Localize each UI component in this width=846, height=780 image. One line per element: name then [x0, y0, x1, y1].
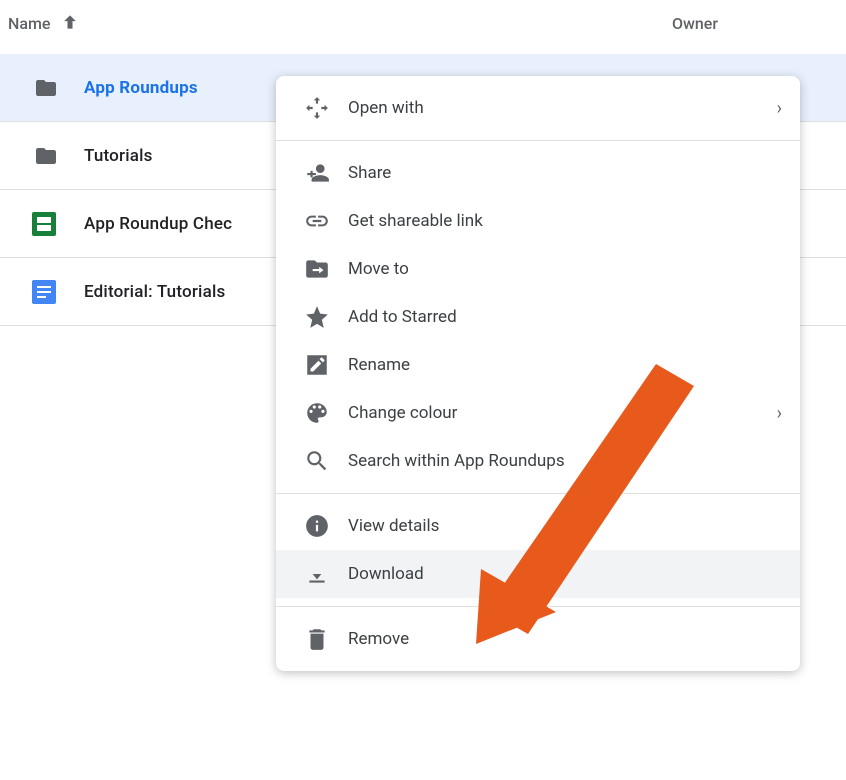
- menu-search-within[interactable]: Search within App Roundups: [276, 437, 800, 485]
- sheets-icon: [32, 212, 56, 236]
- menu-change-colour[interactable]: Change colour ›: [276, 389, 800, 437]
- menu-label: Download: [348, 564, 424, 584]
- file-label: App Roundups: [56, 78, 198, 98]
- name-column-header[interactable]: Name: [8, 12, 80, 36]
- file-label: Tutorials: [56, 146, 153, 166]
- info-icon: [304, 513, 348, 539]
- chevron-right-icon: ›: [777, 403, 782, 424]
- star-icon: [304, 304, 348, 330]
- trash-icon: [304, 626, 348, 652]
- sort-ascending-icon: [60, 12, 80, 36]
- file-label: App Roundup Chec: [56, 214, 232, 234]
- menu-view-details[interactable]: View details: [276, 502, 800, 550]
- palette-icon: [304, 400, 348, 426]
- menu-label: View details: [348, 516, 439, 536]
- rename-icon: [304, 352, 348, 378]
- menu-move-to[interactable]: Move to: [276, 245, 800, 293]
- menu-get-link[interactable]: Get shareable link: [276, 197, 800, 245]
- owner-column-label: Owner: [672, 14, 718, 33]
- menu-rename[interactable]: Rename: [276, 341, 800, 389]
- menu-label: Move to: [348, 259, 409, 279]
- menu-label: Change colour: [348, 403, 457, 423]
- move-to-icon: [304, 256, 348, 282]
- share-icon: [304, 160, 348, 186]
- menu-open-with[interactable]: Open with ›: [276, 84, 800, 132]
- open-with-icon: [304, 95, 348, 121]
- menu-label: Open with: [348, 98, 424, 118]
- chevron-right-icon: ›: [777, 98, 782, 119]
- menu-label: Search within App Roundups: [348, 451, 565, 471]
- menu-remove[interactable]: Remove: [276, 615, 800, 663]
- menu-share[interactable]: Share: [276, 149, 800, 197]
- docs-icon: [32, 280, 56, 304]
- search-icon: [304, 448, 348, 474]
- menu-label: Remove: [348, 629, 409, 649]
- column-header: Name Owner: [0, 0, 846, 48]
- owner-column-header[interactable]: Owner: [672, 14, 838, 33]
- context-menu: Open with › Share Get shareable link Mov…: [276, 76, 800, 671]
- file-label: Editorial: Tutorials: [56, 282, 225, 302]
- name-column-label: Name: [8, 14, 50, 33]
- link-icon: [304, 208, 348, 234]
- menu-add-starred[interactable]: Add to Starred: [276, 293, 800, 341]
- menu-label: Get shareable link: [348, 211, 483, 231]
- menu-download[interactable]: Download: [276, 550, 800, 598]
- download-icon: [304, 561, 348, 587]
- menu-label: Share: [348, 163, 391, 183]
- menu-label: Add to Starred: [348, 307, 457, 327]
- menu-label: Rename: [348, 355, 410, 375]
